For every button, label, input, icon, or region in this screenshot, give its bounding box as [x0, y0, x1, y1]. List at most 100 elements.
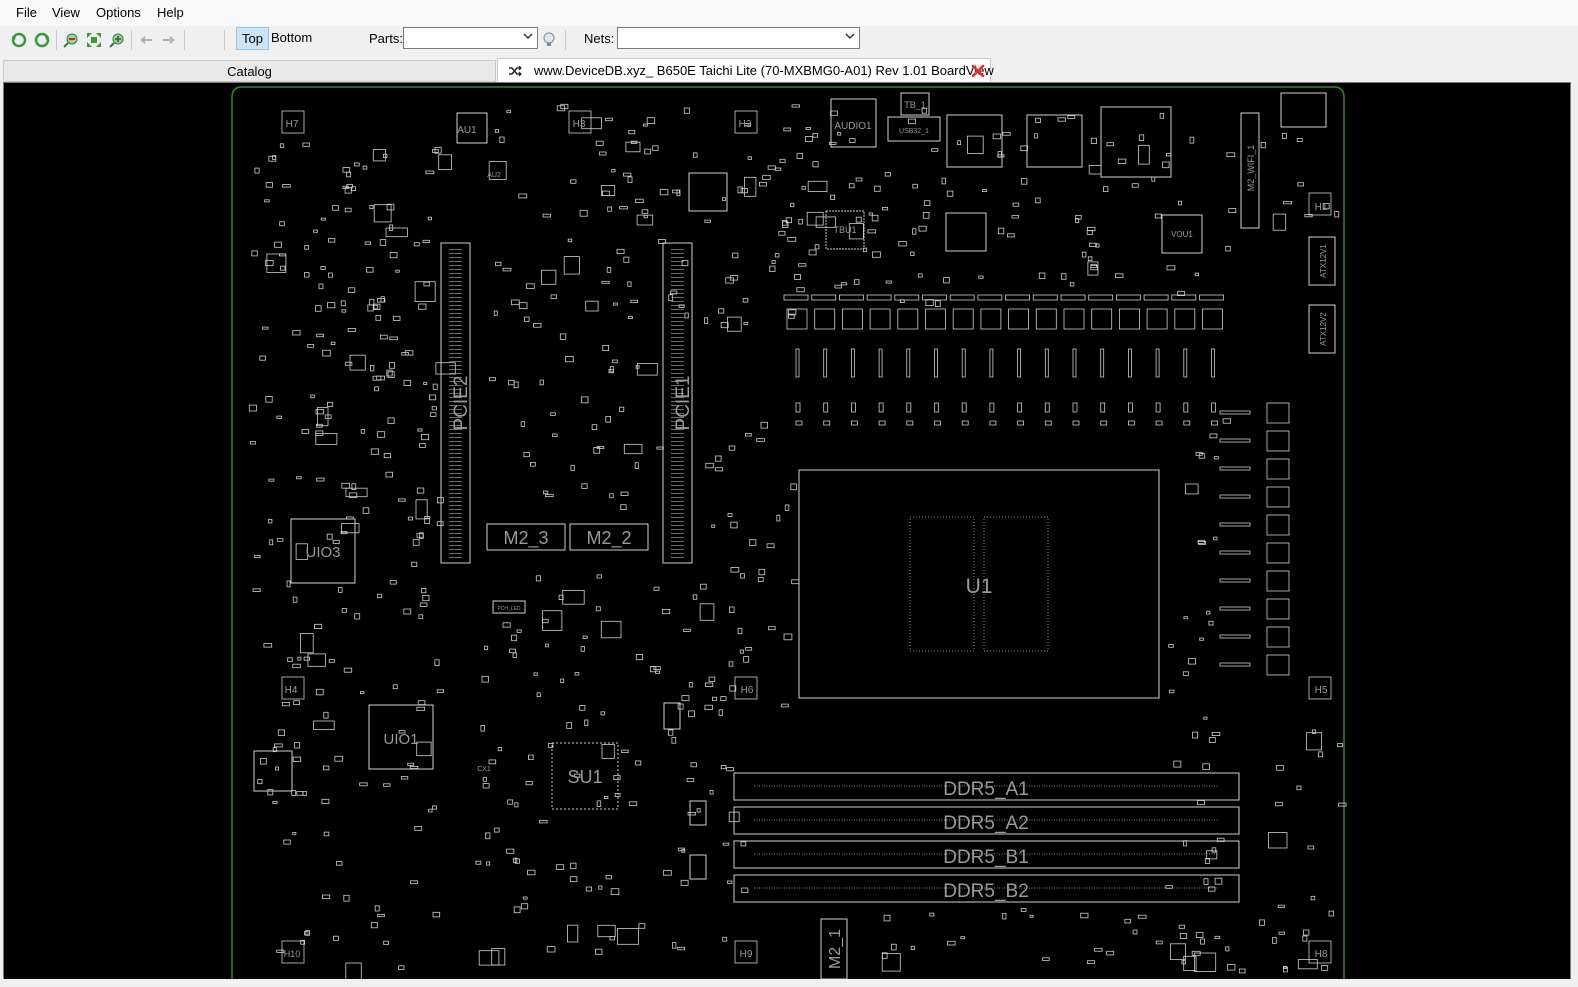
- pcie-pin: [449, 249, 462, 250]
- pcie-pin: [671, 533, 684, 534]
- label-ddr5-b2: DDR5_B2: [943, 881, 1029, 902]
- menu-help[interactable]: Help: [157, 5, 184, 20]
- pcie-pin: [671, 365, 684, 366]
- label-uio3: UIO3: [305, 544, 340, 561]
- pcie-pin: [671, 473, 684, 474]
- board-canvas[interactable]: PCIE2 PCIE1 M2_3 M2_2 U1 DDR5_A1 DDR5_A2…: [3, 82, 1571, 980]
- pcie-pin: [671, 373, 684, 374]
- pcie-pin: [449, 449, 462, 450]
- pcie-pin: [671, 321, 684, 322]
- pcie-pin: [449, 321, 462, 322]
- menu-file[interactable]: File: [16, 5, 37, 20]
- board-view[interactable]: PCIE2 PCIE1 M2_3 M2_2 U1 DDR5_A1 DDR5_A2…: [4, 83, 1570, 979]
- pcie-pin: [671, 441, 684, 442]
- label-atx12v1: ATX12V1: [1319, 244, 1328, 278]
- pcie-pin: [671, 485, 684, 486]
- zoom-in-icon[interactable]: [107, 29, 127, 51]
- top-side-button[interactable]: Top: [236, 27, 269, 50]
- nets-combobox[interactable]: [617, 27, 860, 49]
- pcie-pin: [671, 529, 684, 530]
- tab-boardview-label: www.DeviceDB.xyz_ B650E Taichi Lite (70-…: [534, 63, 994, 78]
- tab-catalog[interactable]: Catalog: [3, 60, 496, 82]
- pcie-pin: [671, 257, 684, 258]
- pcie-pin: [449, 277, 462, 278]
- zoom-out-icon[interactable]: [61, 29, 81, 51]
- label-h4: H4: [285, 685, 298, 696]
- pcie-pin: [671, 281, 684, 282]
- pcie-pin: [449, 501, 462, 502]
- pcie-pin: [671, 453, 684, 454]
- pcie-pin: [449, 357, 462, 358]
- pcie-pin: [671, 549, 684, 550]
- pcie-pin: [671, 329, 684, 330]
- tab-boardview[interactable]: www.DeviceDB.xyz_ B650E Taichi Lite (70-…: [497, 58, 994, 82]
- pcie-pin: [671, 277, 684, 278]
- label-h2: H2: [739, 119, 752, 130]
- pcie-pin: [449, 521, 462, 522]
- pcie-pin: [671, 525, 684, 526]
- pcie-pin: [671, 433, 684, 434]
- pcie-pin: [449, 493, 462, 494]
- pcie-pin: [449, 517, 462, 518]
- shuffle-icon: [509, 65, 522, 77]
- pcie-pin: [449, 341, 462, 342]
- pcie-pin: [449, 273, 462, 274]
- forward-arrow-icon[interactable]: [159, 29, 179, 51]
- toolbar-separator: [224, 30, 225, 50]
- pcie-pin: [449, 253, 462, 254]
- pcie-pin: [671, 269, 684, 270]
- pcie-pin: [671, 513, 684, 514]
- pcie-pin: [449, 553, 462, 554]
- pcie-pin: [671, 289, 684, 290]
- pcie-pin: [449, 481, 462, 482]
- label-h6: H6: [741, 685, 754, 696]
- pcie-pin: [449, 441, 462, 442]
- label-h3: H3: [573, 119, 586, 130]
- pcie-pin: [449, 497, 462, 498]
- menu-bar: File View Options Help: [0, 0, 1578, 26]
- pcie-pin: [671, 477, 684, 478]
- pcie-pin: [449, 353, 462, 354]
- pcie-pin: [449, 345, 462, 346]
- status-strip: [0, 979, 1578, 987]
- pcie-pin: [671, 249, 684, 250]
- pcie-pin: [449, 557, 462, 558]
- bulb-icon[interactable]: [539, 29, 559, 51]
- pcie-pin: [449, 285, 462, 286]
- toolbar-separator: [565, 30, 566, 50]
- label-m2-2: M2_2: [586, 528, 631, 549]
- rotate-cw-icon[interactable]: [32, 29, 52, 51]
- rotate-ccw-icon[interactable]: [9, 29, 29, 51]
- pcie-pin: [449, 477, 462, 478]
- menu-options[interactable]: Options: [96, 5, 141, 20]
- pcie-pin: [671, 317, 684, 318]
- pcie-pin: [671, 469, 684, 470]
- menu-view[interactable]: View: [52, 5, 80, 20]
- pcie-pin: [671, 497, 684, 498]
- pcie-pin: [671, 489, 684, 490]
- pcie-pin: [671, 537, 684, 538]
- pcie-pin: [449, 261, 462, 262]
- pcie-pin: [671, 341, 684, 342]
- canvas-background: [4, 83, 1570, 979]
- tab-catalog-label: Catalog: [227, 64, 272, 79]
- pcie-pin: [449, 549, 462, 550]
- pcie-pin: [671, 285, 684, 286]
- toolbar-separator: [131, 30, 132, 50]
- pcie-pin: [449, 325, 462, 326]
- label-cx1: CX1: [477, 766, 491, 773]
- pcie-pin: [671, 369, 684, 370]
- pcie-pin: [449, 265, 462, 266]
- back-arrow-icon[interactable]: [136, 29, 156, 51]
- parts-combobox[interactable]: [403, 27, 538, 49]
- pcie-pin: [449, 257, 462, 258]
- zoom-fit-icon[interactable]: [84, 29, 104, 51]
- pcie-pin: [449, 349, 462, 350]
- pcie-pin: [671, 349, 684, 350]
- pcie-pin: [671, 521, 684, 522]
- bottom-side-button[interactable]: Bottom: [266, 27, 317, 48]
- pcie-pin: [449, 297, 462, 298]
- pcie-pin: [449, 465, 462, 466]
- pcie-pin: [449, 305, 462, 306]
- close-icon[interactable]: [971, 64, 985, 78]
